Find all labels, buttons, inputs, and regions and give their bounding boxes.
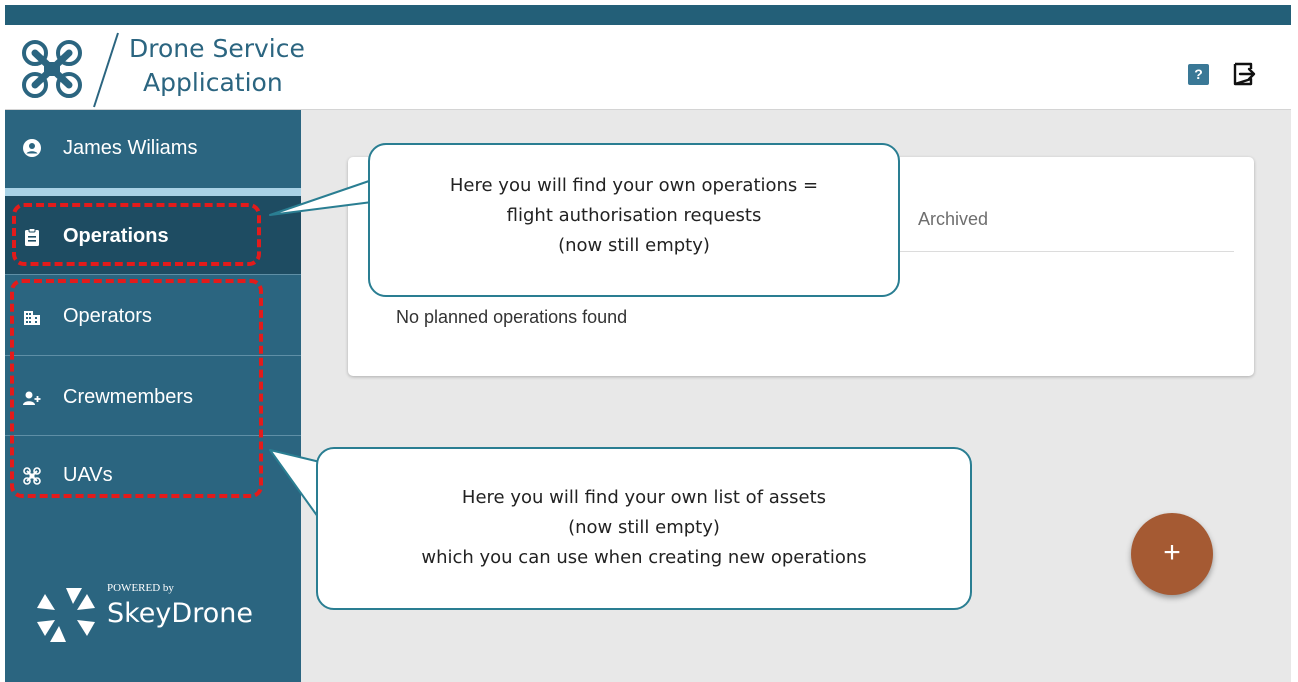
top-band [5, 5, 1291, 25]
user-name: James Wiliams [63, 137, 198, 159]
skeydrone-logo-icon [37, 588, 95, 642]
callout-text: (now still empty) [568, 517, 720, 538]
powered-by-logo: POWERED by SkeyDrone [35, 578, 275, 648]
callout-operations: Here you will find your own operations =… [368, 143, 900, 297]
callout-text: which you can use when creating new oper… [421, 547, 867, 568]
empty-operations-message: No planned operations found [396, 307, 628, 327]
powered-by-text: POWERED by [107, 582, 174, 594]
logout-icon[interactable] [1231, 61, 1257, 87]
app-title: Drone Service Application [129, 32, 305, 100]
user-circle-icon [23, 139, 41, 157]
tab-archived[interactable]: Archived [918, 209, 988, 230]
title-divider [93, 32, 119, 108]
callout-text: Here you will find your own list of asse… [461, 487, 827, 508]
user-divider [5, 188, 301, 196]
brand-name: SkeyDrone [107, 598, 253, 629]
help-button[interactable]: ? [1188, 64, 1209, 85]
callout-text: (now still empty) [558, 235, 710, 256]
annotation-highlight-assets [10, 279, 263, 498]
annotation-highlight-operations [12, 203, 261, 266]
callout-assets: Here you will find your own list of asse… [316, 447, 972, 610]
app-header: Drone Service Application ? [5, 25, 1291, 110]
drone-logo-icon[interactable] [20, 38, 84, 100]
sidebar-user[interactable]: James Wiliams [5, 110, 301, 186]
add-operation-button[interactable]: + [1131, 513, 1213, 595]
app-title-line2: Application [143, 68, 283, 97]
callout-text: Here you will find your own operations = [449, 175, 819, 196]
callout-text: flight authorisation requests [506, 205, 762, 226]
app-title-line1: Drone Service [129, 34, 305, 63]
